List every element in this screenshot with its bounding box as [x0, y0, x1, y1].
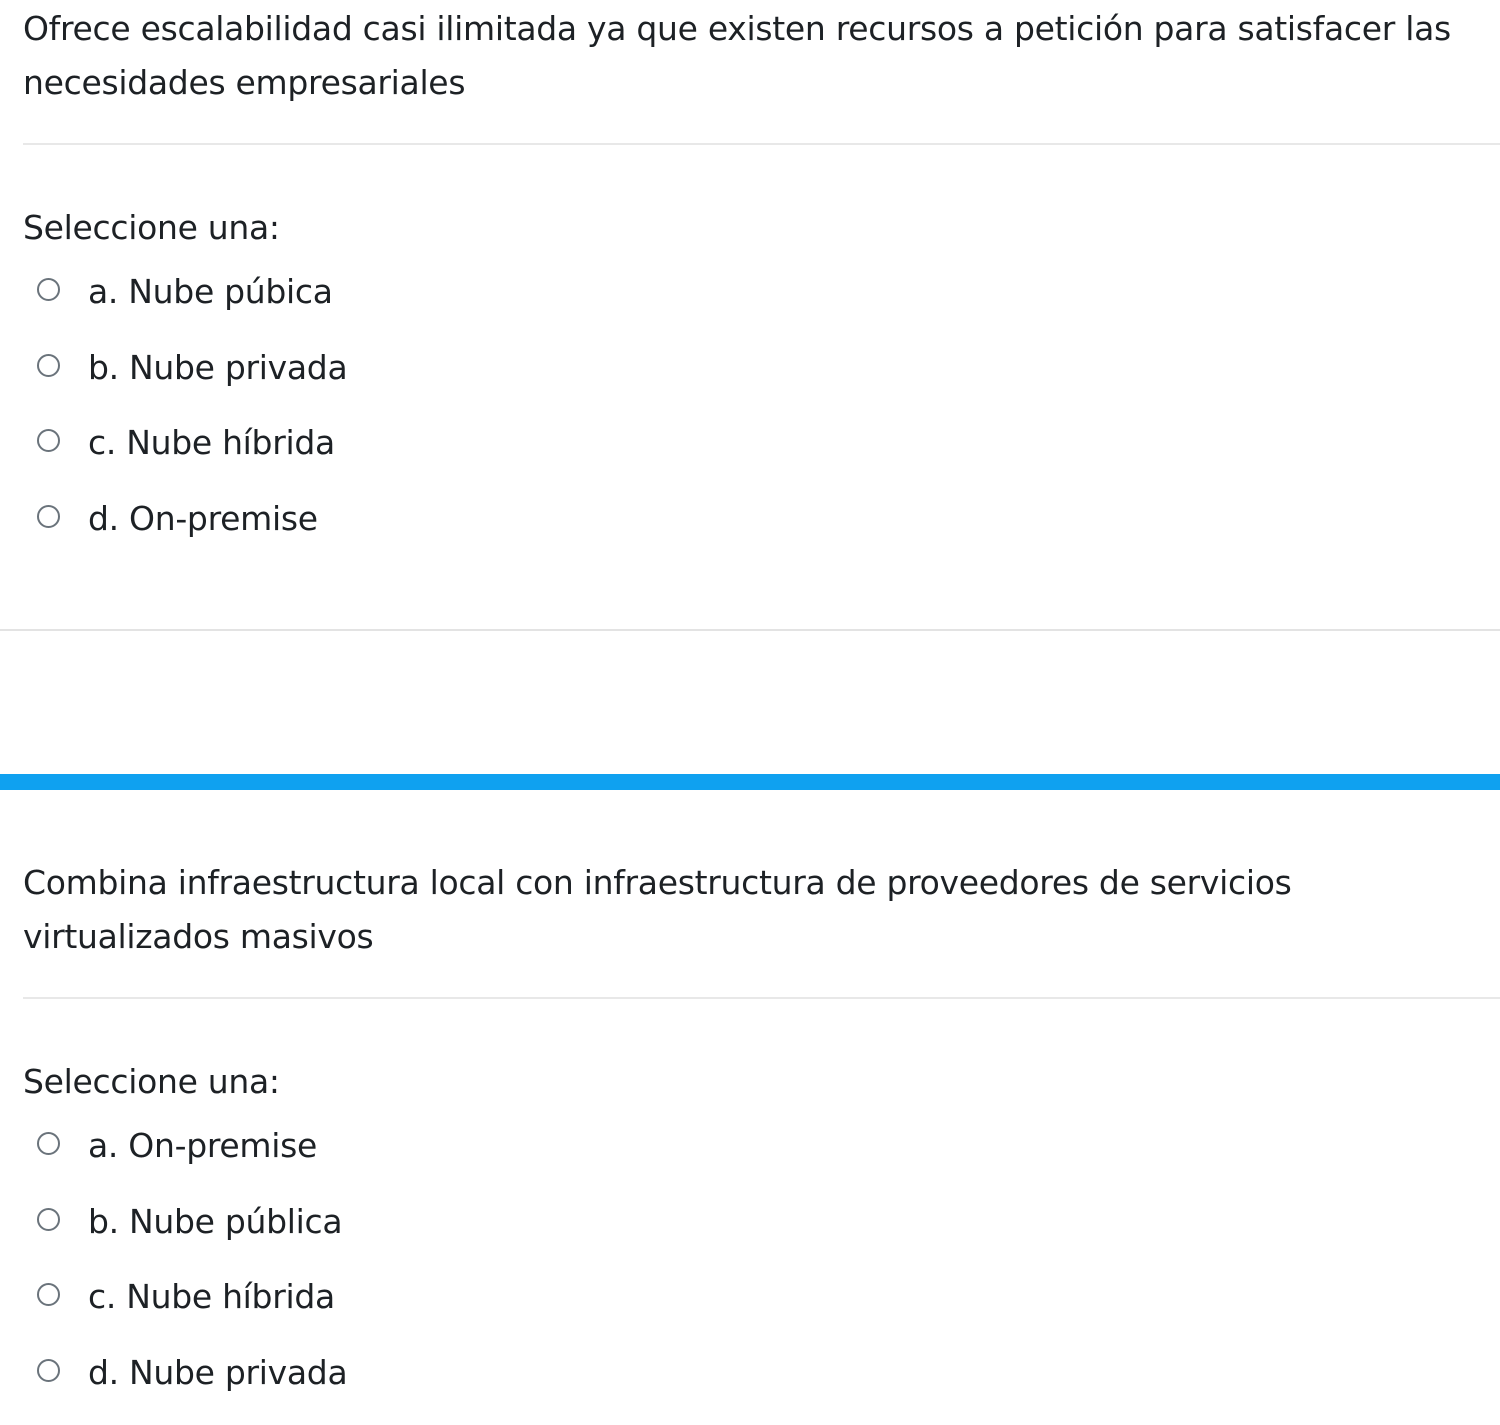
- option-label[interactable]: d. On-premise: [88, 495, 318, 543]
- answer-option-b[interactable]: b. Nube pública: [0, 1198, 800, 1274]
- question-text: Ofrece escalabilidad casi ilimitada ya q…: [23, 9, 1451, 102]
- select-prompt: Seleccione una:: [23, 208, 280, 247]
- radio-button[interactable]: [37, 1132, 60, 1155]
- question-divider: [23, 143, 1500, 145]
- radio-button[interactable]: [37, 1359, 60, 1383]
- answer-option-a[interactable]: a. Nube púbica: [0, 268, 800, 344]
- radio-button[interactable]: [37, 429, 60, 453]
- radio-button[interactable]: [37, 505, 60, 529]
- radio-button[interactable]: [37, 353, 60, 377]
- question-separator: [0, 774, 1500, 790]
- question-text: Combina infraestructura local con infrae…: [23, 863, 1292, 956]
- answer-option-d[interactable]: d. Nube privada: [0, 1349, 800, 1425]
- answer-option-c[interactable]: c. Nube híbrida: [0, 419, 800, 495]
- option-label[interactable]: b. Nube privada: [88, 344, 348, 392]
- answer-options: a. Nube púbica b. Nube privada c. Nube h…: [0, 268, 800, 571]
- question-divider: [23, 997, 1500, 999]
- option-label[interactable]: b. Nube pública: [88, 1198, 343, 1246]
- radio-button[interactable]: [37, 278, 60, 301]
- select-prompt: Seleccione una:: [23, 1062, 280, 1101]
- option-label[interactable]: d. Nube privada: [88, 1349, 348, 1397]
- answer-option-d[interactable]: d. On-premise: [0, 495, 800, 571]
- option-label[interactable]: a. Nube púbica: [88, 268, 333, 316]
- option-label[interactable]: c. Nube híbrida: [88, 1273, 335, 1321]
- answer-options: a. On-premise b. Nube pública c. Nube hí…: [0, 1122, 800, 1425]
- radio-button[interactable]: [37, 1207, 60, 1231]
- answer-option-c[interactable]: c. Nube híbrida: [0, 1273, 800, 1349]
- question-end-divider: [0, 629, 1500, 631]
- option-label[interactable]: c. Nube híbrida: [88, 419, 335, 467]
- radio-button[interactable]: [37, 1283, 60, 1307]
- option-label[interactable]: a. On-premise: [88, 1122, 317, 1170]
- answer-option-a[interactable]: a. On-premise: [0, 1122, 800, 1198]
- answer-option-b[interactable]: b. Nube privada: [0, 344, 800, 420]
